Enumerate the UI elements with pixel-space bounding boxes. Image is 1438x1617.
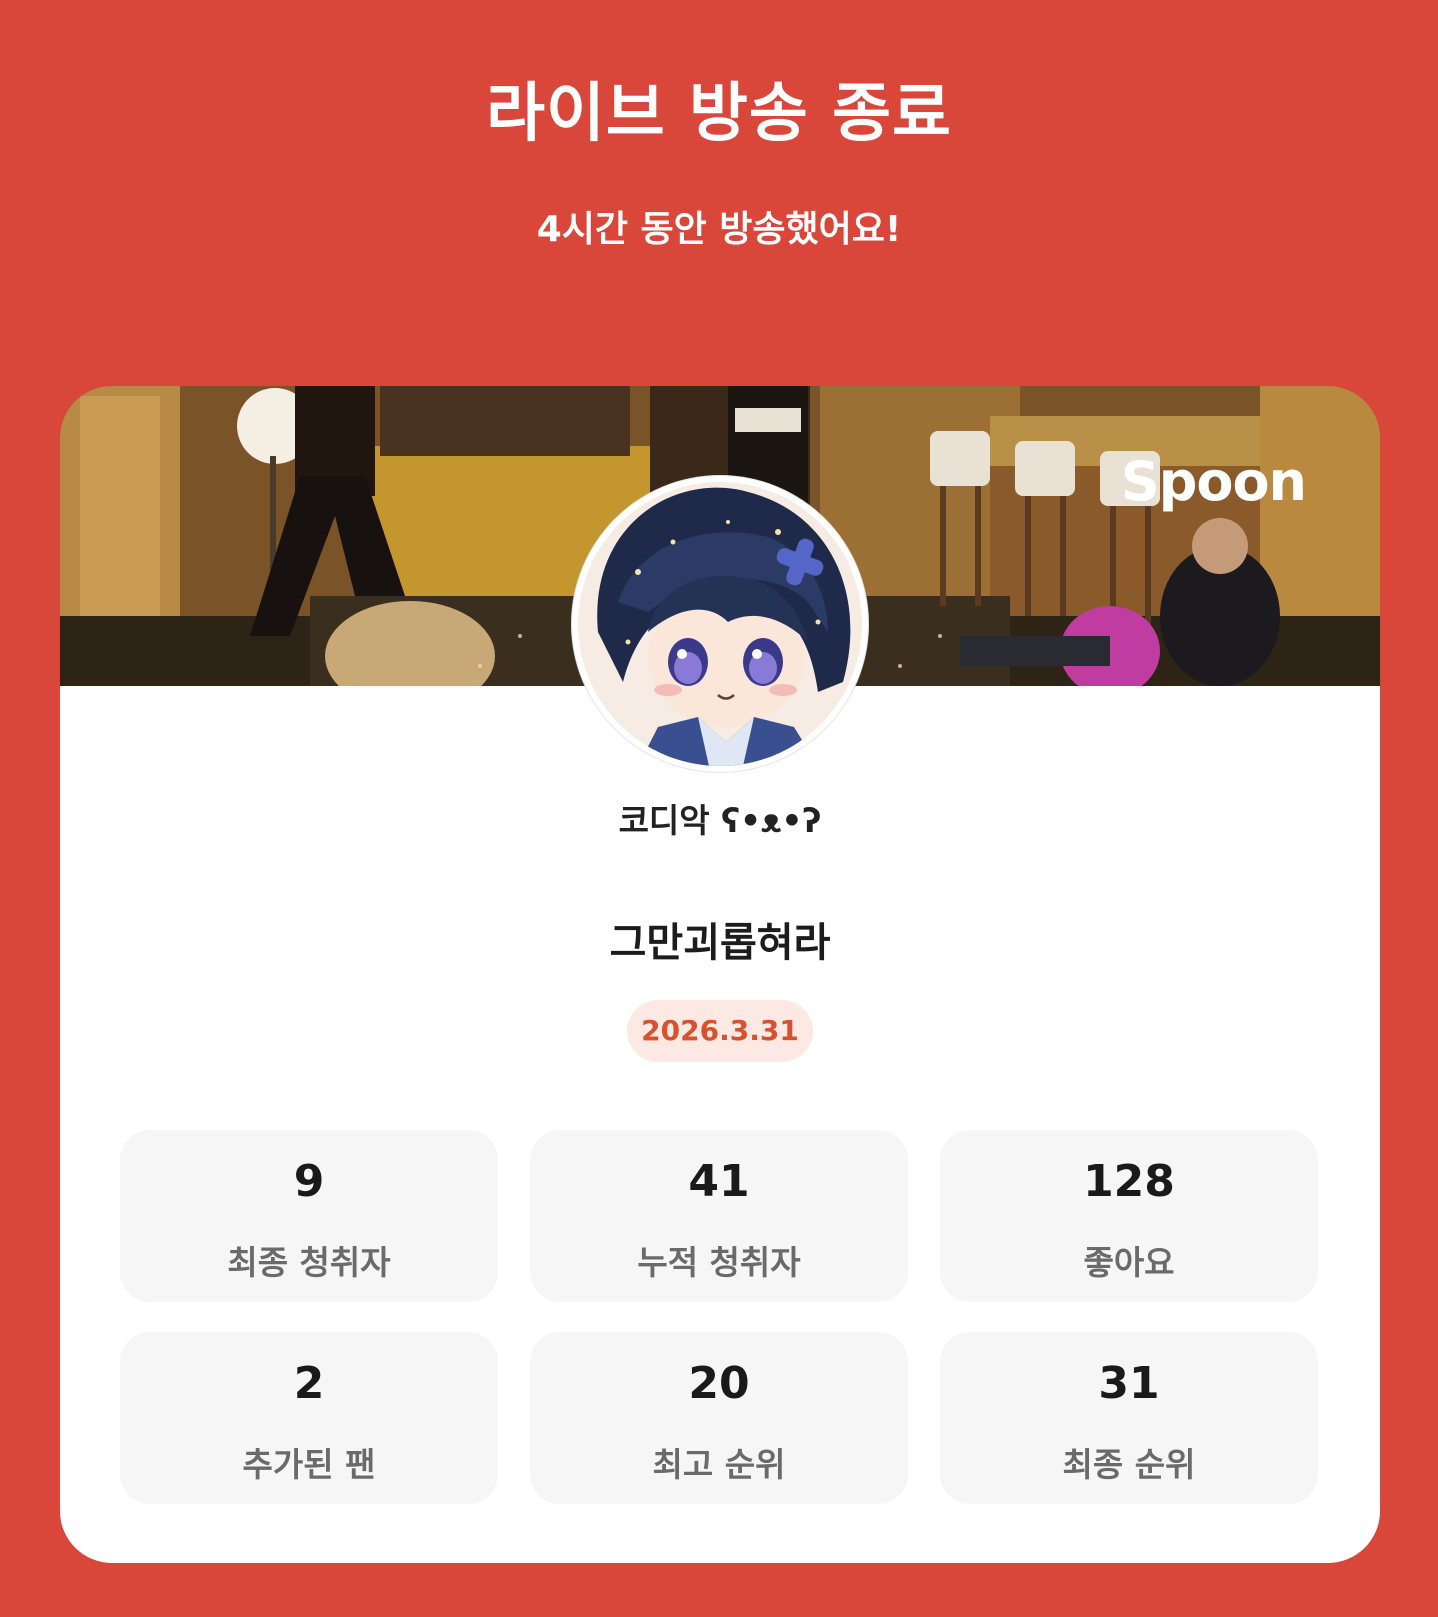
stat-value: 2 [293,1358,325,1409]
stat-total-listeners: 41 누적 청취자 [530,1130,908,1302]
stat-label: 최고 순위 [652,1445,786,1484]
stat-label: 최종 청취자 [227,1243,391,1282]
stat-value: 41 [688,1156,750,1207]
broadcast-duration-text: 4시간 동안 방송했어요! [536,209,902,250]
stat-value: 20 [688,1358,750,1409]
stat-final-rank: 31 최종 순위 [940,1332,1318,1504]
stat-highest-rank: 20 최고 순위 [530,1332,908,1504]
stat-value: 9 [293,1156,325,1207]
stat-label: 누적 청취자 [637,1243,801,1282]
date-badge: 2026.3.31 [627,1000,813,1062]
page-title: 라이브 방송 종료 [486,77,952,151]
stat-value: 128 [1083,1156,1175,1207]
spoon-logo: Spoon [1120,450,1307,513]
broadcast-title: 그만괴롭혀라 [609,920,831,966]
stat-label: 최종 순위 [1062,1445,1196,1484]
broadcast-summary-card: Spoon 코디악 ʕ•ᴥ•ʔ 그만괴롭혀라 2026.3.31 9 최종 청취… [60,386,1380,1563]
stat-new-fans: 2 추가된 팬 [120,1332,498,1504]
streamer-avatar[interactable] [572,476,868,772]
stat-value: 31 [1098,1358,1160,1409]
stat-likes: 128 좋아요 [940,1130,1318,1302]
streamer-name: 코디악 ʕ•ᴥ•ʔ [618,801,822,840]
stat-label: 좋아요 [1083,1243,1175,1282]
stat-final-listeners: 9 최종 청취자 [120,1130,498,1302]
stat-label: 추가된 팬 [242,1445,376,1484]
